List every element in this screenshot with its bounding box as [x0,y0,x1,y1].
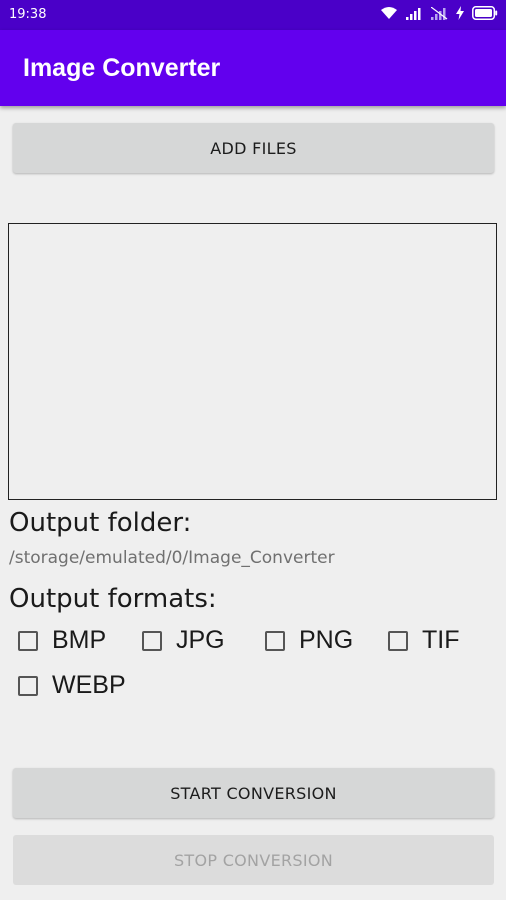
start-conversion-button[interactable]: START CONVERSION [13,768,494,818]
signal-off-icon [431,6,448,20]
wifi-icon [381,7,397,19]
checkbox-box[interactable] [142,630,162,651]
checkbox-label: WEBP [52,671,126,699]
checkbox-label: PNG [299,626,354,654]
checkbox-bmp[interactable]: BMP [18,626,106,655]
checkbox-box[interactable] [265,630,285,651]
stop-conversion-button: STOP CONVERSION [13,835,494,885]
checkbox-jpg[interactable]: JPG [142,626,225,655]
checkbox-tif[interactable]: TIF [388,626,460,655]
output-folder-path[interactable]: /storage/emulated/0/Image_Converter [9,548,335,568]
app-bar: Image Converter [0,30,506,106]
status-icons [380,6,498,20]
checkbox-label: TIF [422,626,460,654]
status-time: 19:38 [9,7,47,22]
checkbox-box[interactable] [388,630,408,651]
charging-icon [456,6,464,20]
battery-icon [472,6,498,20]
file-list[interactable] [8,223,497,500]
add-files-button[interactable]: ADD FILES [13,123,494,173]
app-title: Image Converter [23,54,221,82]
checkbox-box[interactable] [18,630,38,651]
checkbox-png[interactable]: PNG [265,626,353,655]
signal-icon [406,7,421,20]
output-formats-label: Output formats: [9,584,217,614]
checkbox-label: JPG [176,626,225,654]
checkbox-box[interactable] [18,675,38,696]
output-folder-label: Output folder: [9,508,192,538]
checkbox-webp[interactable]: WEBP [18,671,126,700]
status-bar: 19:38 [0,0,506,30]
checkbox-label: BMP [52,626,107,654]
